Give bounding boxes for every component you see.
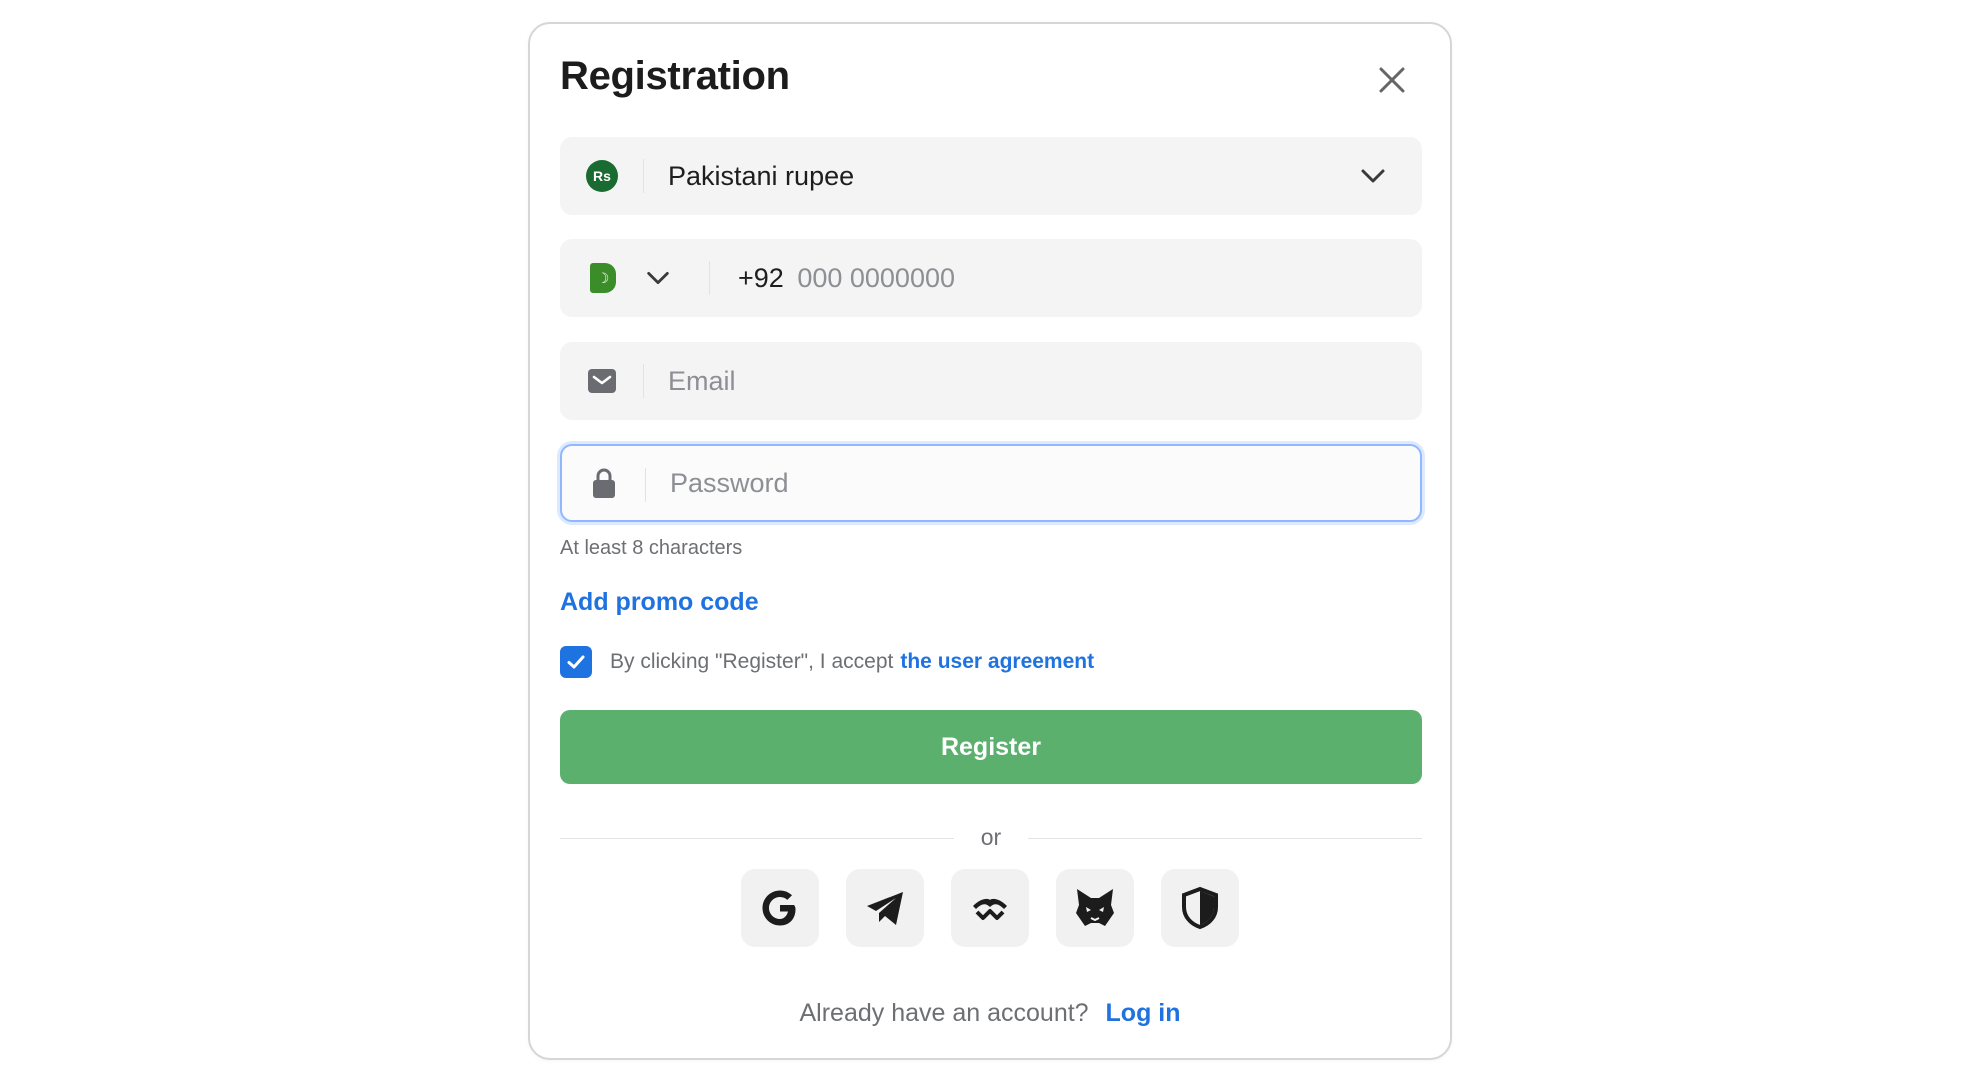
social-login-row xyxy=(530,869,1450,947)
register-button[interactable]: Register xyxy=(560,710,1422,784)
login-question: Already have an account? xyxy=(799,999,1089,1027)
currency-badge-wrap: Rs xyxy=(560,137,644,215)
envelope-icon xyxy=(588,369,616,393)
chevron-down-icon xyxy=(1361,169,1385,183)
user-agreement-link[interactable]: the user agreement xyxy=(900,650,1094,674)
rupee-badge-icon: Rs xyxy=(586,160,618,192)
chevron-down-icon xyxy=(647,271,669,285)
email-field[interactable]: Email xyxy=(560,342,1422,420)
walletconnect-login-button[interactable] xyxy=(951,869,1029,947)
shield-icon xyxy=(1182,886,1218,930)
add-promo-code-link[interactable]: Add promo code xyxy=(560,588,759,617)
phone-placeholder: 000 0000000 xyxy=(797,262,955,293)
lock-icon xyxy=(593,468,615,498)
login-link[interactable]: Log in xyxy=(1106,999,1181,1027)
password-placeholder: Password xyxy=(670,467,789,498)
password-field[interactable]: Password xyxy=(560,444,1422,522)
currency-value: Pakistani rupee xyxy=(668,160,855,191)
agreement-text: By clicking "Register", I accept xyxy=(610,650,894,673)
registration-modal: Registration Rs Pakistani rupee ☽ +92 00… xyxy=(528,22,1452,1060)
agreement-row: By clicking "Register", I accept the use… xyxy=(560,646,1094,678)
shield-login-button[interactable] xyxy=(1161,869,1239,947)
modal-title: Registration xyxy=(560,54,790,98)
telegram-icon xyxy=(867,892,903,925)
login-prompt: Already have an account? Log in xyxy=(530,999,1450,1028)
agreement-checkbox[interactable] xyxy=(560,646,592,678)
walletconnect-icon xyxy=(973,898,1007,920)
or-divider: or xyxy=(560,824,1422,854)
checkmark-icon xyxy=(567,655,585,669)
country-code-selector[interactable]: ☽ xyxy=(560,239,710,317)
metamask-login-button[interactable] xyxy=(1056,869,1134,947)
close-button[interactable] xyxy=(1372,60,1412,100)
email-placeholder: Email xyxy=(668,365,736,396)
phone-prefix: +92 xyxy=(738,262,784,293)
phone-field: ☽ +92 000 0000000 xyxy=(560,239,1422,317)
password-hint: At least 8 characters xyxy=(560,537,743,559)
phone-input[interactable]: +92 000 0000000 xyxy=(710,263,1422,294)
separator xyxy=(709,261,710,295)
currency-select[interactable]: Rs Pakistani rupee xyxy=(560,137,1422,215)
divider-line-right xyxy=(1028,838,1422,839)
google-icon xyxy=(762,890,796,926)
telegram-login-button[interactable] xyxy=(846,869,924,947)
close-icon xyxy=(1379,67,1405,93)
google-login-button[interactable] xyxy=(741,869,819,947)
pakistan-flag-icon: ☽ xyxy=(590,263,616,293)
metamask-fox-icon xyxy=(1076,889,1114,926)
